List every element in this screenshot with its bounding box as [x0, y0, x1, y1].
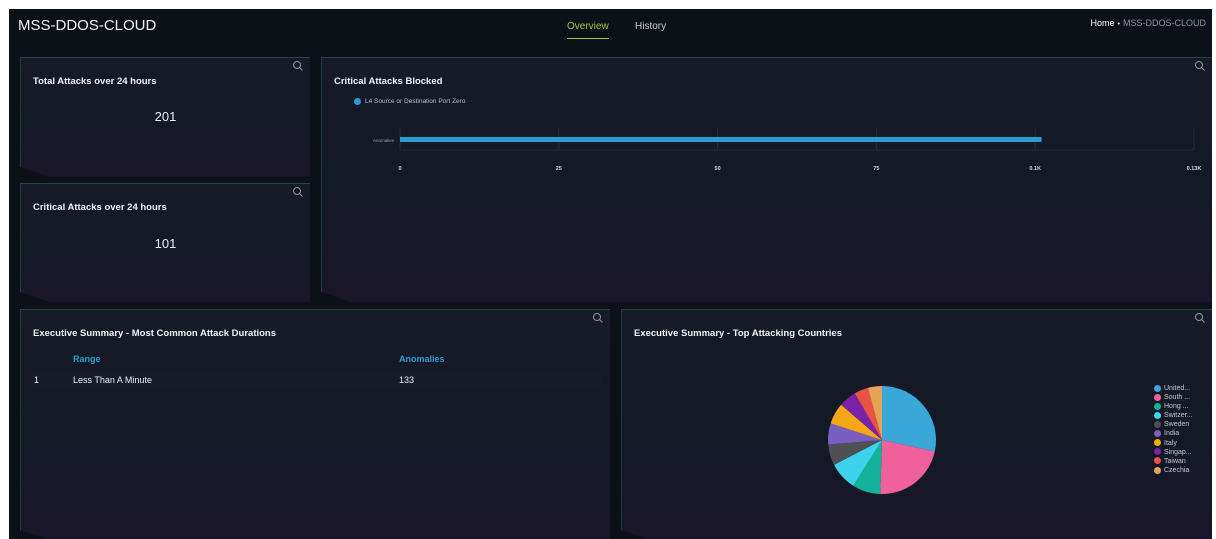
dashboard-frame: MSS-DDOS-CLOUD Overview History Home • MSS…	[9, 9, 1212, 539]
breadcrumb-current: MSS-DDOS-CLOUD	[1122, 18, 1206, 28]
legend-swatch	[1154, 457, 1161, 464]
x-tick-label: 0	[398, 166, 401, 172]
pie-slice[interactable]	[882, 386, 936, 452]
legend-swatch	[1154, 430, 1161, 437]
bar-chart: 0 25 50 75 0.1K 0.13K Anomalies	[322, 58, 1212, 302]
legend-label: Taiwan	[1164, 457, 1186, 465]
panel-title: Executive Summary - Most Common Attack D…	[33, 328, 277, 339]
bar[interactable]	[400, 137, 1042, 142]
panel-title: Critical Attacks over 24 hours	[33, 202, 167, 213]
table-row[interactable]: 1 Less Than A Minute 133	[32, 373, 602, 387]
legend-item[interactable]: Sweden	[1154, 420, 1192, 429]
top-bar: MSS-DDOS-CLOUD Overview History Home • MSS…	[9, 9, 1212, 51]
x-tick-label: 50	[715, 166, 721, 172]
x-tick-label: 0.13K	[1187, 166, 1202, 172]
panel-attack-durations: Executive Summary - Most Common Attack D…	[20, 309, 610, 539]
tab-history[interactable]: History	[635, 21, 666, 38]
search-icon[interactable]	[1194, 312, 1206, 324]
critical-attacks-value: 101	[154, 236, 177, 251]
app-title: MSS-DDOS-CLOUD	[18, 17, 157, 34]
legend-item[interactable]: South ...	[1154, 393, 1192, 402]
column-header-anomalies[interactable]: Anomalies	[399, 354, 445, 364]
x-tick-label: 75	[873, 166, 879, 172]
pie-chart	[822, 380, 942, 500]
category-label: Anomalies	[373, 138, 395, 143]
legend-swatch	[1154, 439, 1161, 446]
legend-label: Czechia	[1164, 466, 1190, 474]
panel-top-countries: Executive Summary - Top Attacking Countr…	[621, 309, 1212, 539]
breadcrumb: Home • MSS-DDOS-CLOUD	[1091, 18, 1206, 28]
legend-item[interactable]: India	[1154, 429, 1192, 438]
x-tick-label: 25	[556, 166, 562, 172]
legend-label: Switzer...	[1164, 412, 1193, 420]
legend-label: India	[1164, 430, 1180, 438]
legend-label: South ...	[1164, 394, 1191, 402]
column-header-range[interactable]: Range	[73, 354, 101, 364]
legend-item[interactable]: Switzer...	[1154, 411, 1192, 420]
legend-swatch	[1154, 448, 1161, 455]
legend-swatch	[1154, 385, 1161, 392]
row-index: 1	[34, 375, 40, 385]
row-anomalies: 133	[399, 375, 415, 385]
legend-swatch	[1154, 421, 1161, 428]
breadcrumb-home-link[interactable]: Home	[1091, 18, 1115, 28]
search-icon[interactable]	[592, 312, 604, 324]
legend-item[interactable]: Hong ...	[1154, 402, 1192, 411]
search-icon[interactable]	[292, 60, 304, 72]
legend-swatch	[1154, 412, 1161, 419]
panel-critical-blocked: Critical Attacks Blocked L4 Source or De…	[321, 57, 1212, 302]
breadcrumb-separator: •	[1117, 21, 1120, 28]
legend-label: Hong ...	[1164, 403, 1189, 411]
legend-label: Singap...	[1164, 448, 1192, 456]
legend-swatch	[1154, 467, 1161, 474]
x-tick-label: 0.1K	[1029, 166, 1041, 172]
panel-critical-attacks: Critical Attacks over 24 hours 101	[20, 183, 310, 302]
legend-swatch	[1154, 394, 1161, 401]
tab-overview[interactable]: Overview	[567, 21, 609, 39]
legend-label: Italy	[1164, 439, 1177, 447]
legend-item[interactable]: Czechia	[1154, 466, 1192, 475]
legend-item[interactable]: Taiwan	[1154, 457, 1192, 466]
legend-swatch	[1154, 403, 1161, 410]
legend-item[interactable]: United...	[1154, 384, 1192, 393]
legend-label: Sweden	[1164, 421, 1190, 429]
legend-item[interactable]: Singap...	[1154, 448, 1192, 457]
panel-title: Total Attacks over 24 hours	[33, 76, 157, 87]
legend-label: United...	[1164, 385, 1191, 392]
search-icon[interactable]	[292, 186, 304, 198]
legend-item[interactable]: Italy	[1154, 439, 1192, 448]
total-attacks-value: 201	[154, 109, 177, 124]
panel-title: Executive Summary - Top Attacking Countr…	[634, 328, 842, 339]
panel-total-attacks: Total Attacks over 24 hours 201	[20, 57, 310, 177]
row-range: Less Than A Minute	[73, 375, 152, 385]
pie-legend: United... South ... Hong ... Switzer... Swed…	[1154, 384, 1192, 475]
